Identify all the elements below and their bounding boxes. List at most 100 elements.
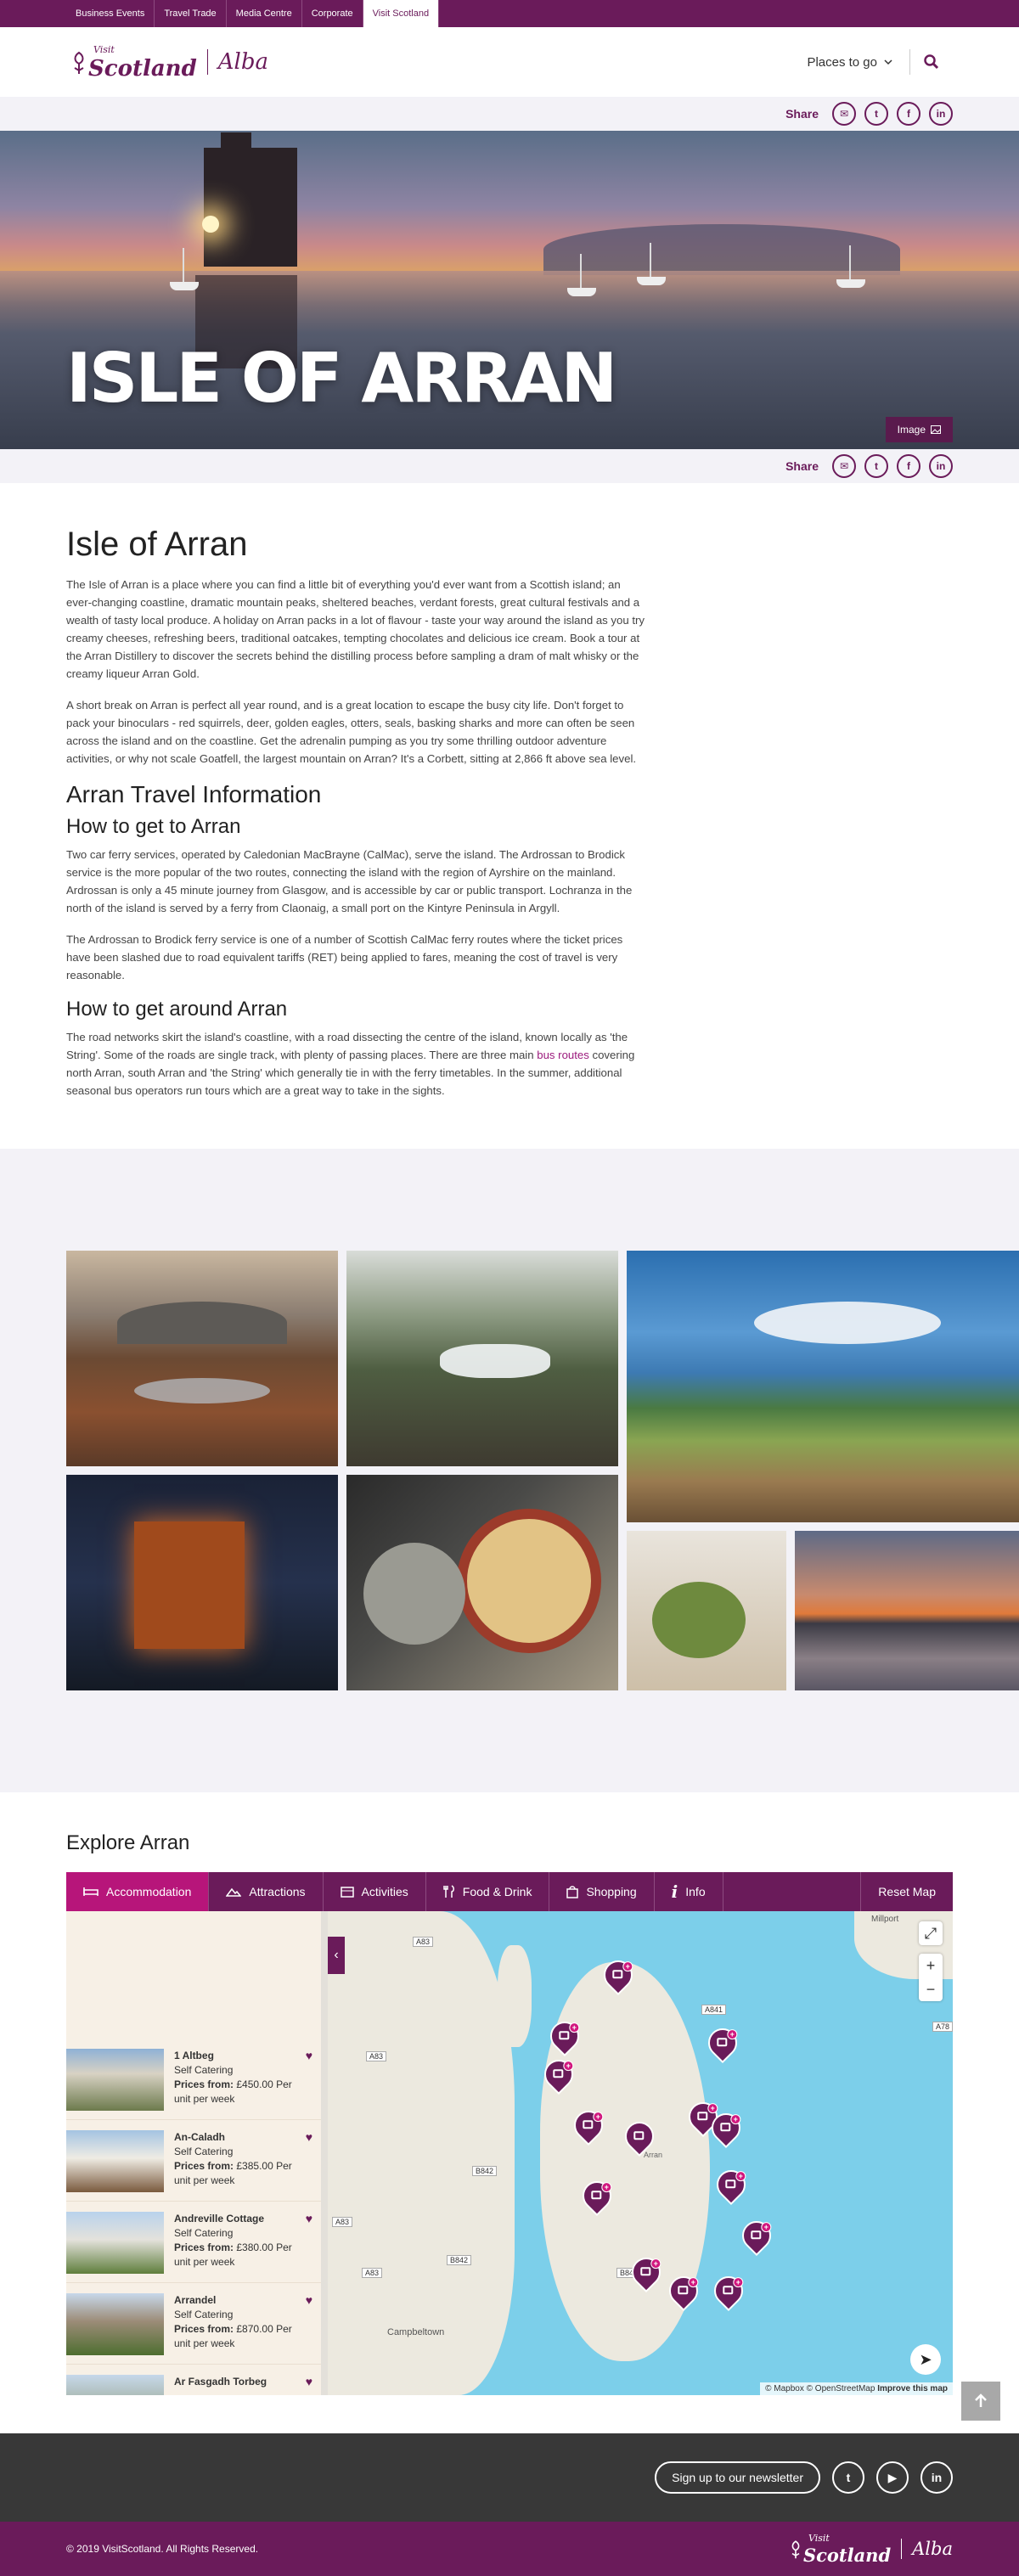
logo-scotland-text: Scotland (88, 55, 197, 82)
listing-name[interactable]: An-Caladh (174, 2130, 296, 2145)
tab-info[interactable]: i Info (655, 1872, 723, 1911)
places-to-go-menu[interactable]: Places to go (807, 49, 910, 75)
compass-navigation-icon[interactable]: ➤ (910, 2344, 941, 2375)
listing-text: Ar Fasgadh Torbeg (174, 2375, 296, 2395)
facebook-share-icon[interactable]: f (897, 454, 920, 478)
email-share-icon[interactable]: ✉ (832, 454, 856, 478)
listing-panel[interactable]: 1 Altbeg Self Catering Prices from: £450… (66, 1911, 321, 2395)
explore-section: Explore Arran Accommodation Attractions … (0, 1792, 1019, 2433)
cutlery-icon (443, 1885, 454, 1898)
fullscreen-button[interactable]: ⤢ (919, 1921, 943, 1945)
back-to-top-button[interactable] (961, 2382, 1000, 2421)
listing-item[interactable]: An-Caladh Self Catering Prices from: £38… (66, 2120, 321, 2202)
collapse-list-button[interactable]: ‹ (328, 1937, 345, 1974)
listing-item[interactable]: Arrandel Self Catering Prices from: £870… (66, 2283, 321, 2365)
favourite-heart-icon[interactable]: ♥ (306, 2130, 321, 2194)
listing-thumbnail[interactable] (66, 2375, 164, 2395)
gallery-image-coastal-view[interactable] (627, 1251, 1019, 1522)
listing-type: Self Catering (174, 2227, 234, 2239)
image-gallery-section (0, 1149, 1019, 1792)
tab-shopping-label: Shopping (586, 1885, 637, 1898)
listing-panel-top-space (66, 1911, 321, 2039)
intro-paragraph-2: A short break on Arran is perfect all ye… (66, 699, 637, 765)
twitter-share-icon[interactable]: t (864, 102, 888, 126)
logo-visit-text: Visit (808, 2533, 830, 2544)
nav-corporate[interactable]: Corporate (302, 0, 363, 27)
gallery-image-waterfall[interactable] (346, 1251, 618, 1466)
hero-banner: ISLE OF ARRAN Image (0, 131, 1019, 449)
improve-map-link[interactable]: Improve this map (877, 2384, 948, 2393)
nav-media-centre[interactable]: Media Centre (227, 0, 302, 27)
tab-activities[interactable]: Activities (324, 1872, 426, 1911)
image-gallery (66, 1251, 1019, 1690)
road-label: A83 (332, 2217, 353, 2227)
get-around-heading: How to get around Arran (66, 998, 288, 1021)
tab-food-drink[interactable]: Food & Drink (426, 1872, 550, 1911)
nav-visit-scotland[interactable]: Visit Scotland (363, 0, 440, 27)
gallery-image-food-plate[interactable] (627, 1531, 786, 1690)
youtube-icon[interactable]: ▶ (876, 2461, 909, 2494)
info-icon: i (671, 1881, 678, 1902)
favourite-heart-icon[interactable]: ♥ (306, 2375, 321, 2395)
gallery-image-moorland-stream[interactable] (66, 1251, 338, 1466)
nav-travel-trade[interactable]: Travel Trade (155, 0, 227, 27)
listing-item[interactable]: 1 Altbeg Self Catering Prices from: £450… (66, 2039, 321, 2120)
listing-text: 1 Altbeg Self Catering Prices from: £450… (174, 2049, 296, 2112)
reset-map-button[interactable]: Reset Map (860, 1872, 953, 1911)
listing-item[interactable]: Andreville Cottage Self Catering Prices … (66, 2202, 321, 2283)
map-accommodation-pin[interactable]: + (707, 2269, 750, 2312)
map-accommodation-pin[interactable]: + (701, 2022, 744, 2064)
get-to-paragraph-1: Two car ferry services, operated by Cale… (66, 848, 633, 914)
footer-visitscotland-logo[interactable]: Visit Scotland Alba (788, 2534, 953, 2564)
listing-thumbnail[interactable] (66, 2293, 164, 2355)
linkedin-share-icon[interactable]: in (929, 454, 953, 478)
listing-name[interactable]: Arrandel (174, 2293, 296, 2308)
image-credit-button[interactable]: Image (885, 417, 953, 442)
bus-routes-link[interactable]: bus routes (537, 1049, 589, 1061)
gallery-image-castle-night[interactable] (66, 1475, 338, 1690)
nav-business-events[interactable]: Business Events (66, 0, 155, 27)
tab-shopping[interactable]: Shopping (549, 1872, 655, 1911)
copyright-text: © 2019 VisitScotland. All Rights Reserve… (66, 2543, 259, 2555)
intro-paragraph-1: The Isle of Arran is a place where you c… (66, 578, 645, 680)
listing-item[interactable]: Ar Fasgadh Torbeg ♥ (66, 2365, 321, 2395)
facebook-share-icon[interactable]: f (897, 102, 920, 126)
favourite-heart-icon[interactable]: ♥ (306, 2049, 321, 2112)
osm-attribution-link[interactable]: © OpenStreetMap (807, 2384, 875, 2393)
gallery-image-island-cheese[interactable] (346, 1475, 618, 1690)
listing-thumbnail[interactable] (66, 2049, 164, 2111)
favourite-heart-icon[interactable]: ♥ (306, 2293, 321, 2357)
listing-name[interactable]: Andreville Cottage (174, 2212, 296, 2226)
linkedin-icon[interactable]: in (920, 2461, 953, 2494)
gallery-image-sunset-sea[interactable] (795, 1531, 1019, 1690)
zoom-out-button[interactable]: − (926, 1977, 936, 2001)
listing-price-label: Prices from: (174, 2323, 234, 2335)
search-button[interactable] (910, 49, 953, 75)
map-accommodation-pin[interactable]: + (710, 2163, 752, 2206)
tab-accommodation[interactable]: Accommodation (66, 1872, 210, 1911)
interactive-map[interactable]: A83 A83 A83 A83 A841 A78 B842 B842 B842 … (321, 1911, 953, 2395)
logo-alba-text: Alba (912, 2539, 953, 2559)
listing-thumbnail[interactable] (66, 2212, 164, 2274)
zoom-in-button[interactable]: + (926, 1954, 936, 1977)
hero-boat (170, 248, 199, 290)
tab-attractions[interactable]: Attractions (209, 1872, 324, 1911)
linkedin-share-icon[interactable]: in (929, 102, 953, 126)
listing-name[interactable]: Ar Fasgadh Torbeg (174, 2375, 296, 2389)
site-header: Visit Scotland Alba Places to go (0, 27, 1019, 97)
explore-tabs: Accommodation Attractions Activities Foo… (66, 1872, 953, 1911)
logo-visit-text: Visit (93, 43, 115, 55)
favourite-heart-icon[interactable]: ♥ (306, 2212, 321, 2275)
hero-boat (836, 245, 865, 288)
map-accommodation-pin[interactable]: + (735, 2214, 778, 2257)
twitter-icon[interactable]: t (832, 2461, 864, 2494)
twitter-share-icon[interactable]: t (864, 454, 888, 478)
listing-thumbnail[interactable] (66, 2130, 164, 2192)
email-share-icon[interactable]: ✉ (832, 102, 856, 126)
tab-attractions-label: Attractions (249, 1885, 306, 1898)
visitscotland-logo[interactable]: Visit Scotland Alba (70, 45, 268, 80)
mapbox-attribution-link[interactable]: © Mapbox (765, 2384, 804, 2393)
newsletter-signup-button[interactable]: Sign up to our newsletter (655, 2461, 820, 2494)
places-to-go-label: Places to go (807, 54, 877, 70)
listing-name[interactable]: 1 Altbeg (174, 2049, 296, 2063)
